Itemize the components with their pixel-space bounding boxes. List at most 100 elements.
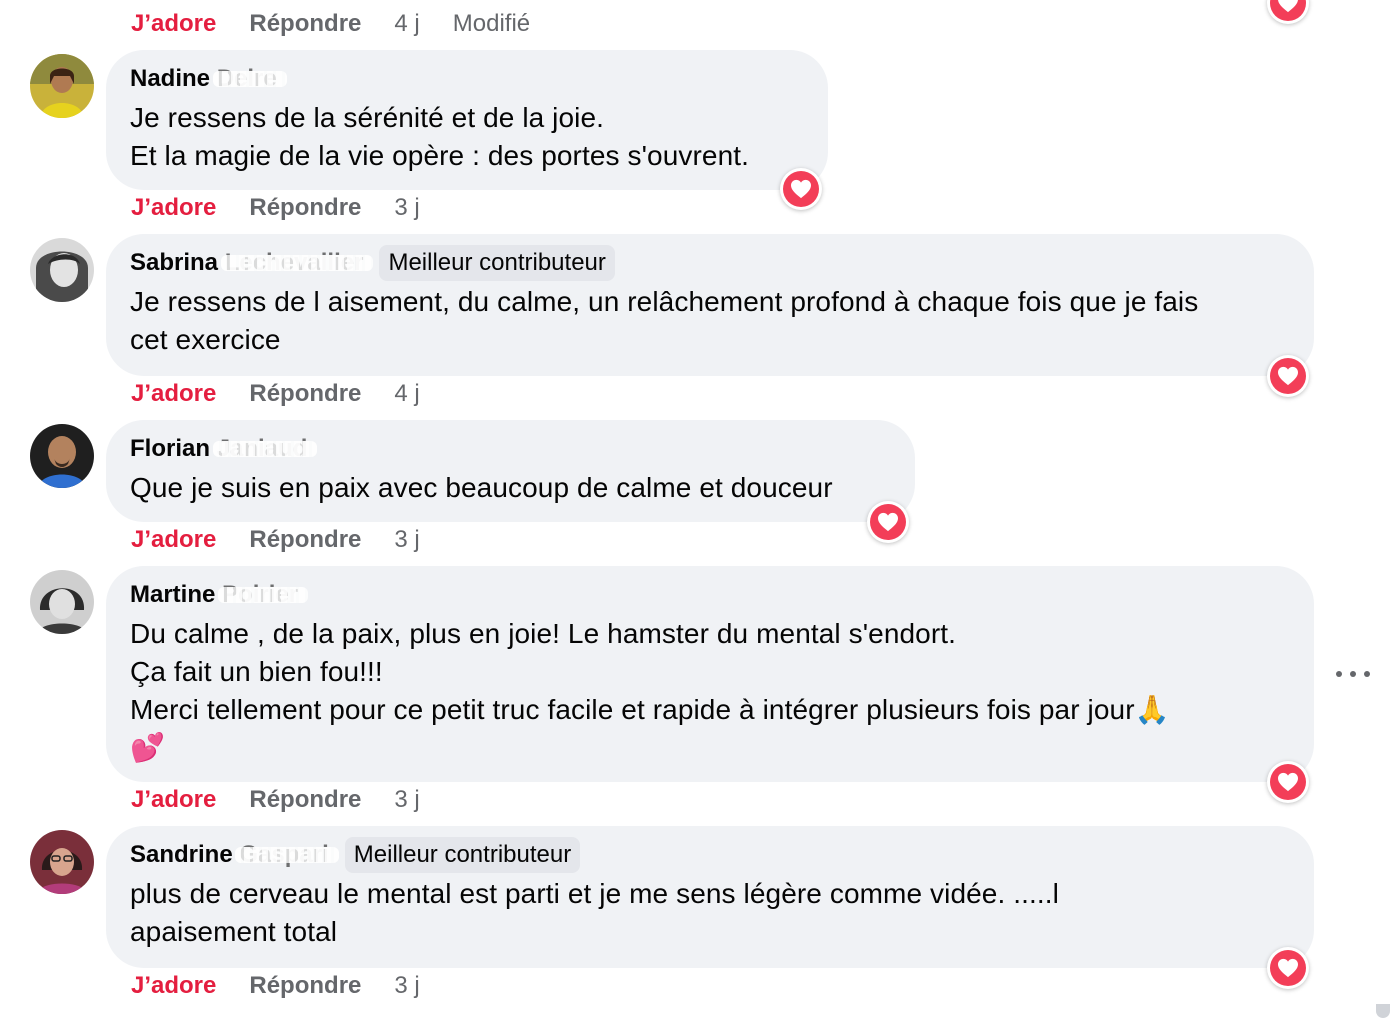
- love-action[interactable]: J’adore: [131, 972, 216, 1000]
- more-options-icon[interactable]: [1336, 660, 1370, 688]
- avatar-photo: [30, 830, 94, 894]
- comment-text: Je ressens de l aisement, du calme, un r…: [130, 283, 1290, 359]
- timestamp[interactable]: 4 j: [394, 380, 419, 408]
- scrollbar-thumb[interactable]: [1376, 1004, 1390, 1018]
- comment-line: Du calme , de la paix, plus en joie! Le …: [130, 618, 957, 649]
- avatar[interactable]: [30, 570, 94, 634]
- avatar[interactable]: [30, 238, 94, 302]
- comment-bubble: Florian Janiaud Que je suis en paix avec…: [106, 420, 915, 522]
- comment-text: Je ressens de la sérénité et de la joie.…: [130, 99, 804, 175]
- obscured-last-name: Janiaud: [212, 435, 318, 463]
- reply-action[interactable]: Répondre: [249, 786, 361, 814]
- heart-reaction-icon[interactable]: [1267, 947, 1309, 989]
- avatar[interactable]: [30, 830, 94, 894]
- heart-icon: [878, 512, 898, 532]
- heart-reaction-circle: [870, 504, 906, 540]
- obscured-last-name-text: Poirier: [222, 581, 299, 608]
- love-action[interactable]: J’adore: [131, 194, 216, 222]
- heart-icon: [791, 179, 811, 199]
- more-dot: [1350, 671, 1356, 677]
- heart-reaction-icon[interactable]: [1267, 761, 1309, 803]
- timestamp[interactable]: 4 j: [394, 10, 419, 38]
- avatar-photo: [30, 424, 94, 488]
- love-action[interactable]: J’adore: [131, 786, 216, 814]
- comment-bubble: Martine Poirier Du calme , de la paix, p…: [106, 566, 1314, 782]
- heart-icon: [1278, 366, 1298, 386]
- comment-text: Du calme , de la paix, plus en joie! Le …: [130, 615, 1290, 767]
- timestamp[interactable]: 3 j: [394, 194, 419, 222]
- love-action[interactable]: J’adore: [131, 10, 216, 38]
- author-first-name: Nadine: [130, 65, 211, 92]
- comment-header: Sabrina Lechevallier Meilleur contribute…: [130, 245, 1290, 281]
- heart-reaction-circle: [1270, 950, 1306, 986]
- comment-line: Merci tellement pour ce petit truc facil…: [130, 694, 1170, 725]
- reply-action[interactable]: Répondre: [249, 10, 361, 38]
- heart-reaction-icon[interactable]: [867, 501, 909, 543]
- comment-line: Ça fait un bien fou!!!: [130, 656, 383, 687]
- comment-line: Je ressens de la sérénité et de la joie.: [130, 102, 605, 133]
- obscured-last-name-text: Janiaud: [216, 435, 308, 462]
- love-action[interactable]: J’adore: [131, 380, 216, 408]
- author-first-name: Sabrina: [130, 249, 219, 276]
- reply-action[interactable]: Répondre: [249, 526, 361, 554]
- comment-line: Que je suis en paix avec beaucoup de cal…: [130, 472, 833, 503]
- author-name[interactable]: Sandrine Gaspari: [130, 841, 340, 869]
- comment-actions: J’adore Répondre 4 j: [131, 377, 453, 411]
- comment-header: Martine Poirier: [130, 578, 1290, 612]
- timestamp[interactable]: 3 j: [394, 526, 419, 554]
- comment-header: Nadine Delre: [130, 62, 804, 96]
- more-dot: [1336, 671, 1342, 677]
- comment-text: plus de cerveau le mental est parti et j…: [130, 875, 1290, 951]
- comment-header: Sandrine Gaspari Meilleur contributeur: [130, 837, 1290, 873]
- comment-line: Je ressens de l aisement, du calme, un r…: [130, 286, 1199, 317]
- comment-line: 💕: [130, 732, 165, 763]
- comment-header: Florian Janiaud: [130, 432, 891, 466]
- heart-reaction-icon[interactable]: [1267, 0, 1309, 24]
- heart-reaction-icon[interactable]: [780, 168, 822, 210]
- author-first-name: Sandrine: [130, 841, 233, 868]
- heart-icon: [1278, 772, 1298, 792]
- avatar[interactable]: [30, 424, 94, 488]
- top-contributor-badge[interactable]: Meilleur contributeur: [344, 837, 581, 873]
- comment-actions: J’adore Répondre 4 j Modifié: [131, 7, 530, 41]
- comment-line: plus de cerveau le mental est parti et j…: [130, 878, 1059, 909]
- avatar-photo: [30, 238, 94, 302]
- author-name[interactable]: Sabrina Lechevallier: [130, 249, 374, 277]
- author-name[interactable]: Nadine Delre: [130, 65, 287, 93]
- obscured-last-name-text: Delre: [216, 65, 277, 92]
- comment-actions: J’adore Répondre 3 j: [131, 969, 453, 1003]
- author-name[interactable]: Martine Poirier: [130, 581, 309, 609]
- heart-icon: [1278, 958, 1298, 978]
- reply-action[interactable]: Répondre: [249, 194, 361, 222]
- comment-line: apaisement total: [130, 916, 338, 947]
- comment-bubble: Sabrina Lechevallier Meilleur contribute…: [106, 234, 1314, 376]
- top-contributor-badge[interactable]: Meilleur contributeur: [379, 245, 615, 281]
- obscured-last-name-text: Gaspari: [239, 841, 329, 868]
- more-dot: [1364, 671, 1370, 677]
- heart-reaction-circle: [783, 171, 819, 207]
- author-first-name: Martine: [130, 581, 216, 608]
- comment-actions: J’adore Répondre 3 j: [131, 783, 453, 817]
- reply-action[interactable]: Répondre: [249, 972, 361, 1000]
- comment-line: cet exercice: [130, 324, 281, 355]
- timestamp[interactable]: 3 j: [394, 972, 419, 1000]
- comment-bubble: Nadine Delre Je ressens de la sérénité e…: [106, 50, 828, 190]
- timestamp[interactable]: 3 j: [394, 786, 419, 814]
- obscured-last-name: Delre: [212, 65, 287, 93]
- comment-actions: J’adore Répondre 3 j: [131, 523, 453, 557]
- author-name[interactable]: Florian Janiaud: [130, 435, 318, 463]
- comment-actions: J’adore Répondre 3 j: [131, 191, 453, 225]
- avatar-photo: [30, 570, 94, 634]
- heart-reaction-circle: [1270, 764, 1306, 800]
- author-first-name: Florian: [130, 435, 211, 462]
- heart-reaction-icon[interactable]: [1267, 355, 1309, 397]
- reply-action[interactable]: Répondre: [249, 380, 361, 408]
- avatar[interactable]: [30, 54, 94, 118]
- obscured-last-name: Lechevallier: [220, 249, 374, 277]
- comment-text: Que je suis en paix avec beaucoup de cal…: [130, 469, 891, 507]
- heart-icon: [1278, 0, 1298, 13]
- love-action[interactable]: J’adore: [131, 526, 216, 554]
- comment-bubble: Sandrine Gaspari Meilleur contributeur p…: [106, 826, 1314, 968]
- avatar-photo: [30, 54, 94, 118]
- edited-label: Modifié: [452, 10, 531, 37]
